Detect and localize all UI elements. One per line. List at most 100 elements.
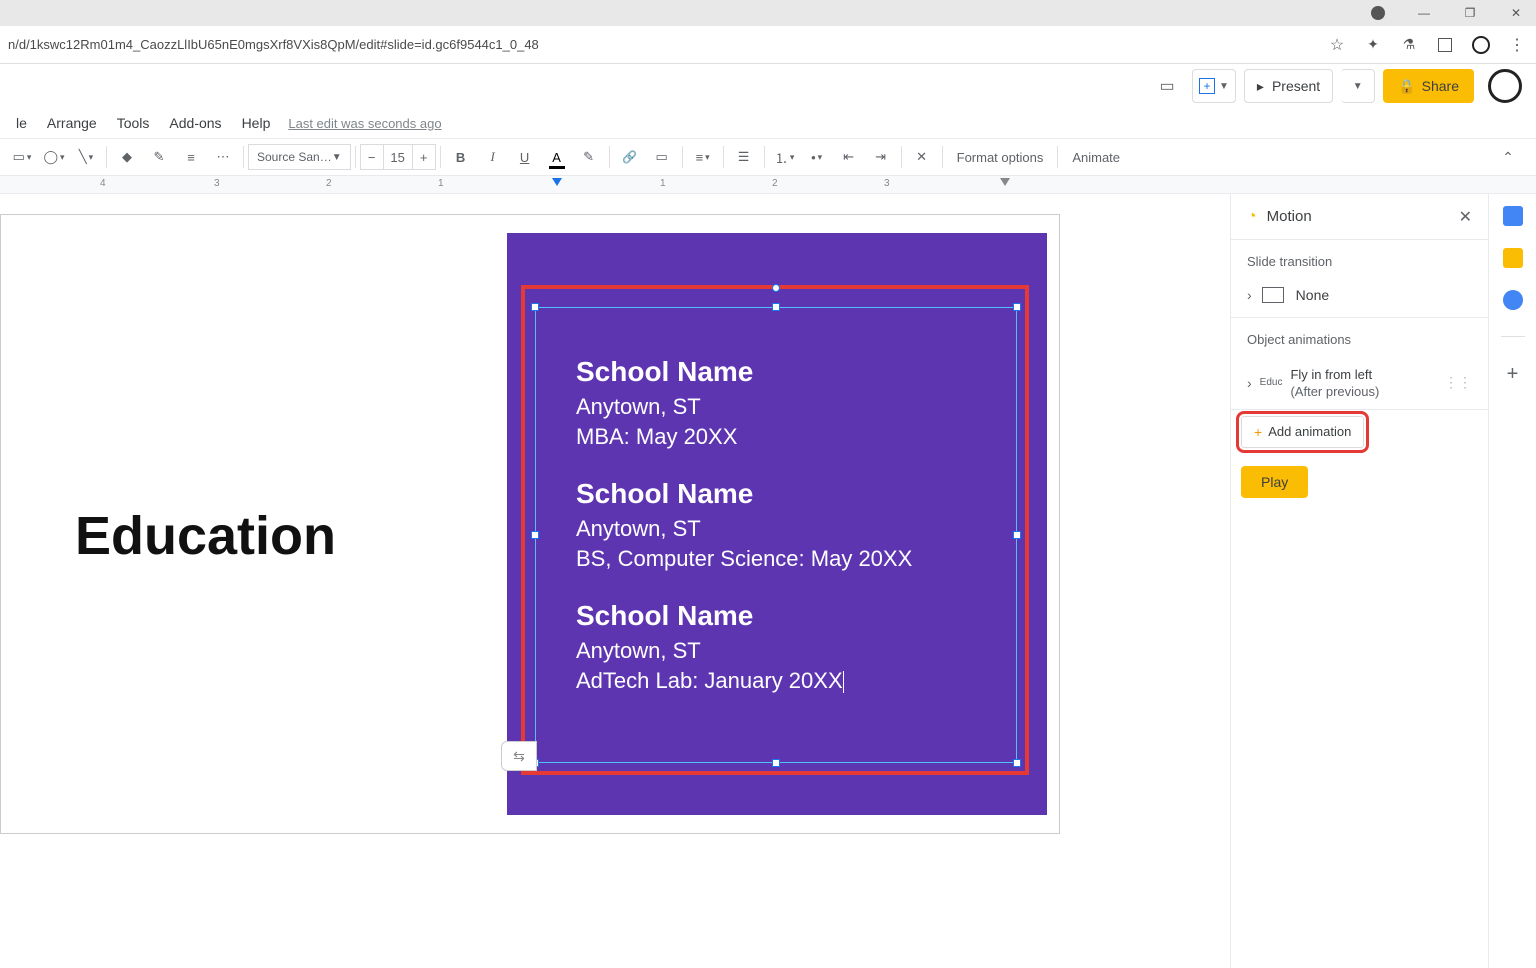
resize-handle-se[interactable] (1013, 759, 1021, 767)
new-slide-button[interactable]: + ▼ (1192, 69, 1236, 103)
window-maximize[interactable]: ❐ (1456, 3, 1484, 23)
underline-button[interactable]: U (511, 143, 539, 171)
slide[interactable]: Education School Name Anytown, ST (0, 214, 1060, 834)
collapse-toolbar-button[interactable] (1494, 143, 1522, 171)
object-animations-label: Object animations (1231, 318, 1488, 357)
calendar-icon[interactable] (1503, 206, 1523, 226)
slide-canvas[interactable]: Education School Name Anytown, ST (0, 194, 1230, 968)
account-avatar[interactable] (1488, 69, 1522, 103)
speaker-notes-toggle[interactable]: ⇆ (501, 741, 537, 771)
slide-title[interactable]: Education (75, 505, 336, 567)
border-dash-tool[interactable]: ⋯ (209, 143, 237, 171)
horizontal-ruler[interactable]: 4 3 2 1 1 2 3 (0, 176, 1536, 194)
motion-panel: ◔ Motion ✕ Slide transition › None Objec… (1230, 194, 1488, 968)
textbox-content[interactable]: School Name Anytown, ST MBA: May 20XX Sc… (576, 356, 912, 722)
present-button[interactable]: ▸ Present (1244, 69, 1333, 103)
present-label: Present (1272, 78, 1320, 94)
text-color-button[interactable]: A (543, 143, 571, 171)
keep-icon[interactable] (1503, 248, 1523, 268)
status-dot (1364, 3, 1392, 23)
transition-row[interactable]: › None (1231, 279, 1488, 318)
bold-button[interactable]: B (447, 143, 475, 171)
school-detail: AdTech Lab: January 20XX (576, 668, 912, 694)
school-name: School Name (576, 600, 912, 632)
motion-panel-title: Motion (1267, 208, 1459, 225)
animate-button[interactable]: Animate (1064, 143, 1128, 171)
ruler-mark: 1 (660, 178, 666, 189)
last-edit-link[interactable]: Last edit was seconds ago (288, 116, 441, 131)
menu-tools[interactable]: Tools (107, 111, 160, 135)
fill-color-tool[interactable]: ◆ (113, 143, 141, 171)
border-color-tool[interactable]: ✎ (145, 143, 173, 171)
format-options-button[interactable]: Format options (949, 143, 1052, 171)
insert-link-button[interactable] (616, 143, 644, 171)
selected-textbox[interactable]: School Name Anytown, ST MBA: May 20XX Sc… (535, 307, 1017, 763)
annotation-highlight-textbox: School Name Anytown, ST MBA: May 20XX Sc… (521, 285, 1029, 775)
resize-handle-w[interactable] (531, 531, 539, 539)
select-tool[interactable]: ▭▾ (8, 143, 36, 171)
motion-panel-header: ◔ Motion ✕ (1231, 194, 1488, 240)
align-button[interactable]: ▾ (689, 143, 717, 171)
animation-name: Fly in from left (1290, 367, 1379, 384)
close-panel-button[interactable]: ✕ (1459, 207, 1472, 227)
menu-arrange[interactable]: Arrange (37, 111, 107, 135)
bulleted-list-button[interactable]: ▾ (803, 143, 831, 171)
insert-comment-button[interactable] (648, 143, 676, 171)
chevron-down-icon: ▼ (332, 152, 342, 163)
comments-button[interactable] (1150, 69, 1184, 103)
resize-handle-ne[interactable] (1013, 303, 1021, 311)
browser-menu-icon[interactable] (1506, 34, 1528, 56)
font-size-decrease[interactable]: − (361, 150, 383, 165)
increase-indent-button[interactable] (867, 143, 895, 171)
font-size-increase[interactable]: + (413, 150, 435, 165)
resize-handle-nw[interactable] (531, 303, 539, 311)
add-animation-label: Add animation (1268, 424, 1351, 439)
drag-handle-icon[interactable]: ⋮⋮ (1444, 374, 1472, 391)
font-family-select[interactable]: Source San… ▼ (248, 144, 351, 170)
menu-help[interactable]: Help (232, 111, 281, 135)
clear-formatting-button[interactable] (908, 143, 936, 171)
line-spacing-button[interactable] (730, 143, 758, 171)
line-tool[interactable]: ╲▾ (72, 143, 100, 171)
get-addons-icon[interactable]: + (1507, 363, 1519, 386)
rotate-handle[interactable] (772, 284, 780, 292)
url-text[interactable]: n/d/1kswc12Rm01m4_CaozzLlIbU65nE0mgsXrf8… (8, 37, 539, 52)
highlight-button[interactable] (575, 143, 603, 171)
main-area: Education School Name Anytown, ST (0, 194, 1536, 968)
extensions-icon[interactable] (1362, 34, 1384, 56)
window-minimize[interactable]: — (1410, 3, 1438, 23)
window-close[interactable]: ✕ (1502, 3, 1530, 23)
ruler-mark: 2 (326, 178, 332, 189)
resize-handle-s[interactable] (772, 759, 780, 767)
font-family-value: Source San… (257, 150, 332, 164)
school-detail: BS, Computer Science: May 20XX (576, 546, 912, 572)
right-indent-marker[interactable] (1000, 178, 1010, 186)
border-weight-tool[interactable]: ≡ (177, 143, 205, 171)
resize-handle-e[interactable] (1013, 531, 1021, 539)
side-panel-rail: + (1488, 194, 1536, 968)
ruler-mark: 2 (772, 178, 778, 189)
font-size-stepper[interactable]: − 15 + (360, 144, 436, 170)
numbered-list-button[interactable]: ▾ (771, 143, 799, 171)
labs-icon[interactable] (1398, 34, 1420, 56)
share-button[interactable]: 🔒 Share (1383, 69, 1474, 103)
ruler-mark: 3 (884, 178, 890, 189)
menu-addons[interactable]: Add-ons (159, 111, 231, 135)
tasks-icon[interactable] (1503, 290, 1523, 310)
present-dropdown[interactable]: ▼ (1341, 69, 1375, 103)
menu-bar: le Arrange Tools Add-ons Help Last edit … (0, 108, 1536, 138)
bookmark-star-icon[interactable] (1326, 34, 1348, 56)
resize-handle-n[interactable] (772, 303, 780, 311)
motion-icon: ◔ (1247, 208, 1257, 226)
animation-row[interactable]: › Educ Fly in from left (After previous)… (1231, 357, 1488, 410)
shape-tool[interactable]: ◯▾ (40, 143, 68, 171)
add-animation-button[interactable]: + Add animation (1241, 416, 1364, 448)
indent-marker[interactable] (552, 178, 562, 186)
font-size-value[interactable]: 15 (383, 145, 413, 169)
decrease-indent-button[interactable] (835, 143, 863, 171)
italic-button[interactable]: I (479, 143, 507, 171)
profile-circle-icon[interactable] (1470, 34, 1492, 56)
menu-file[interactable]: le (6, 111, 37, 135)
play-animations-button[interactable]: Play (1241, 466, 1308, 498)
tab-icon[interactable] (1434, 34, 1456, 56)
